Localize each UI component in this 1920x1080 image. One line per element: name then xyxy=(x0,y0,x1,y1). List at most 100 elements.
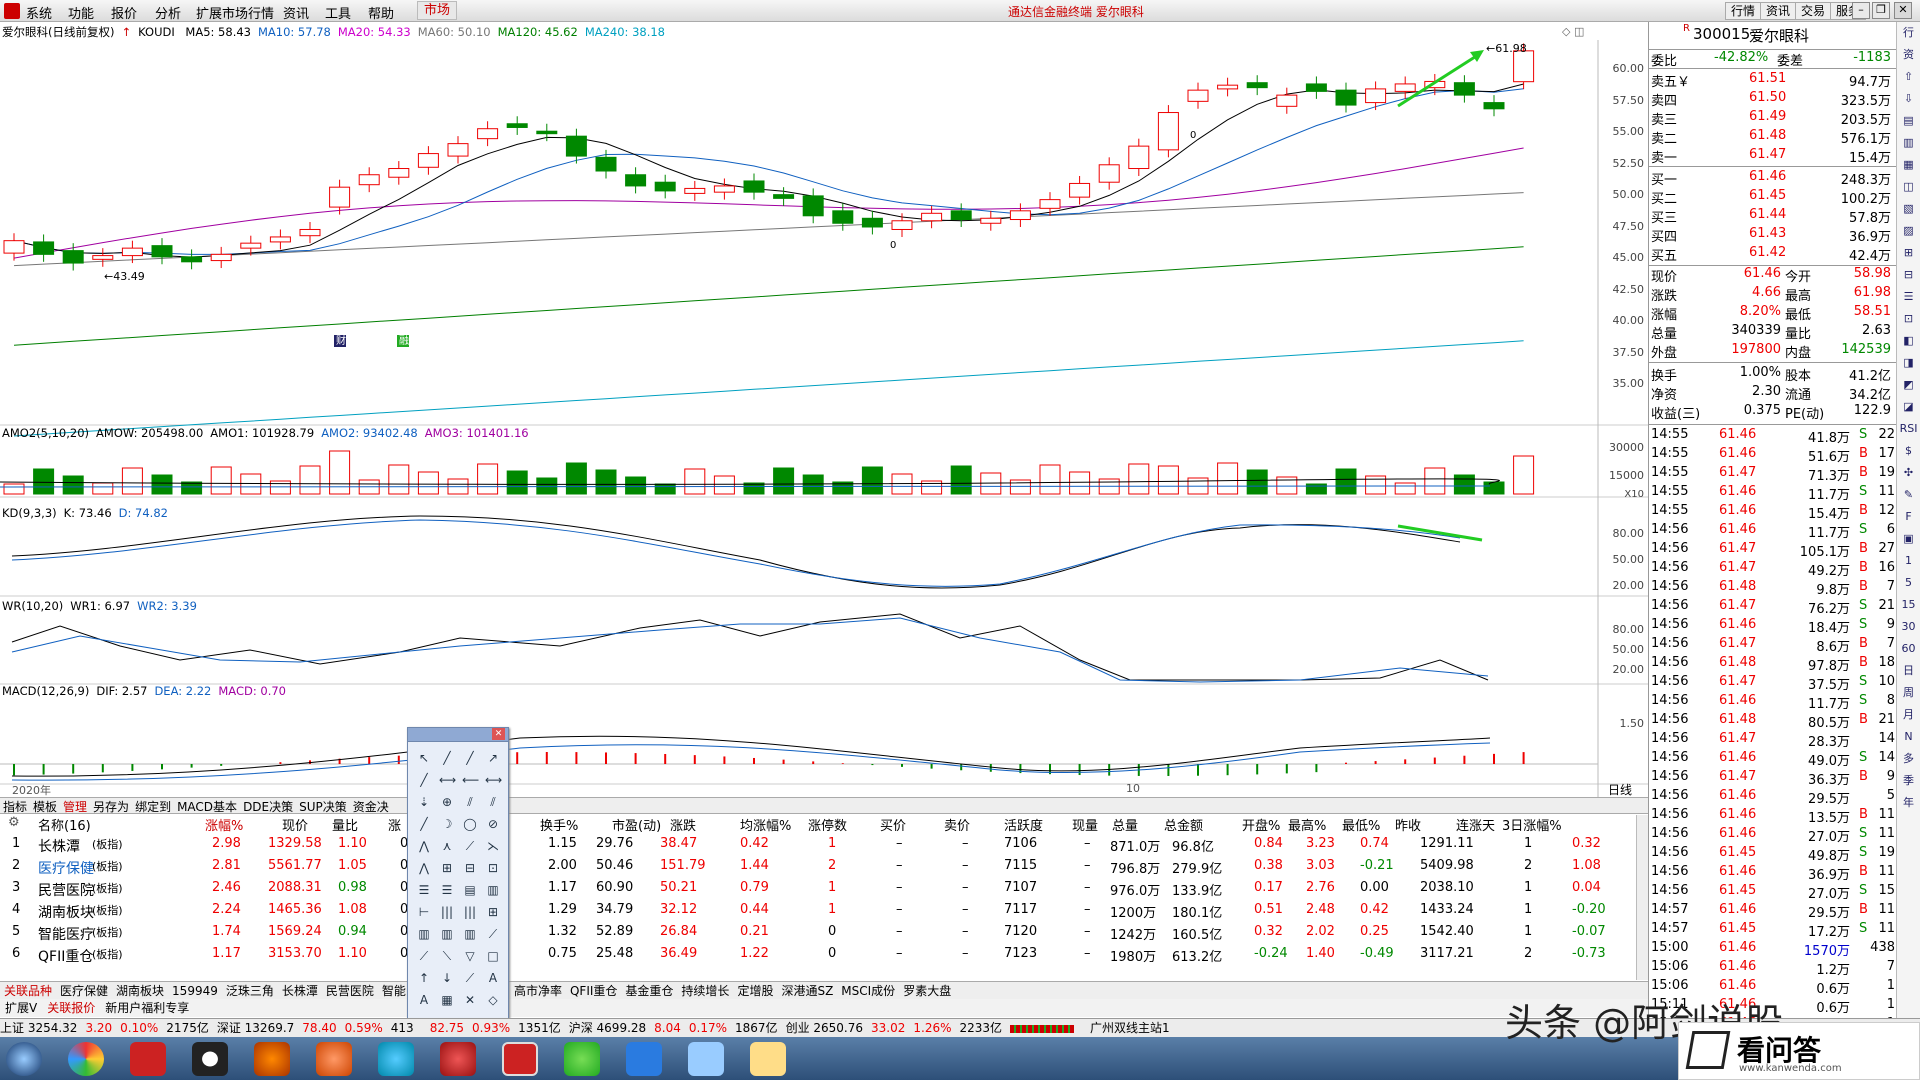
column-header[interactable]: 买价 xyxy=(880,815,906,834)
column-header[interactable]: 名称(16) xyxy=(38,815,91,834)
draw-tool-icon[interactable]: ▦ xyxy=(439,992,455,1008)
draw-tool-icon[interactable]: ⊟ xyxy=(462,860,478,876)
draw-tool-icon[interactable]: ▽ xyxy=(462,948,478,964)
network-icon[interactable] xyxy=(378,1042,414,1076)
stock-app-icon[interactable] xyxy=(130,1042,166,1076)
order-row-buy[interactable]: 买三 61.44 57.8万 xyxy=(1649,207,1897,226)
column-header[interactable]: 现量 xyxy=(1072,815,1098,834)
draw-tool-icon[interactable]: ⟍ xyxy=(439,948,455,964)
sector-tab[interactable]: 深港通SZ xyxy=(781,984,833,998)
indicator-tab[interactable]: SUP决策 xyxy=(299,800,347,814)
table-row[interactable]: 5 智能医疗 (板指) 1.74 1569.24 0.94 0 1.32 52.89 26.84 0… xyxy=(0,924,1648,946)
draw-tool-icon[interactable]: ☽ xyxy=(439,816,455,832)
menu-item-market[interactable]: 市场 xyxy=(417,1,458,20)
period-label[interactable]: 日线 xyxy=(1608,781,1632,798)
table-scrollbar[interactable] xyxy=(1636,815,1648,980)
draw-tool-icon[interactable]: ☰ xyxy=(439,882,455,898)
side-tool-button[interactable]: $ xyxy=(1897,440,1920,462)
side-tool-button[interactable]: 30 xyxy=(1897,616,1920,638)
sector-tab[interactable]: 医疗保健 xyxy=(60,984,108,998)
sector-tab[interactable]: 定增股 xyxy=(737,984,773,998)
draw-tool-icon[interactable]: ✕ xyxy=(462,992,478,1008)
side-tool-button[interactable]: ⊟ xyxy=(1897,264,1920,286)
column-header[interactable]: 3日涨幅% xyxy=(1502,815,1562,834)
column-header[interactable]: 市盈(动) xyxy=(612,815,661,834)
side-tool-button[interactable]: ▦ xyxy=(1897,154,1920,176)
draw-tool-icon[interactable]: ⊡ xyxy=(485,860,501,876)
order-row-sell[interactable]: 卖一 61.47 15.4万 xyxy=(1649,147,1897,166)
chrome-icon[interactable] xyxy=(68,1042,104,1076)
order-row-buy[interactable]: 买二 61.45 100.2万 xyxy=(1649,188,1897,207)
side-tool-button[interactable]: ▣ xyxy=(1897,528,1920,550)
side-tool-button[interactable]: RSI xyxy=(1897,418,1920,440)
side-tool-button[interactable]: ⊡ xyxy=(1897,308,1920,330)
draw-tool-icon[interactable]: ⟷ xyxy=(439,772,456,788)
column-header[interactable]: 活跃度 xyxy=(1004,815,1043,834)
draw-tool-icon[interactable]: ⋀ xyxy=(416,838,432,854)
column-header[interactable]: 总金额 xyxy=(1164,815,1203,834)
indicator-tab[interactable]: 资金决 xyxy=(353,800,389,814)
draw-tool-icon[interactable]: ⟋ xyxy=(485,926,501,942)
sector-tab[interactable]: 基金重仓 xyxy=(625,984,673,998)
side-tool-button[interactable]: ◫ xyxy=(1897,176,1920,198)
table-row[interactable]: 4 湖南板块 (板指) 2.24 1465.36 1.08 0 1.29 34.79 32.12 0… xyxy=(0,902,1648,924)
draw-tool-icon[interactable]: □ xyxy=(485,948,501,964)
side-tool-button[interactable]: 季 xyxy=(1897,770,1920,792)
table-row[interactable]: 1 长株潭 (板指) 2.98 1329.58 1.10 0 1.15 29.76 38.47 0.… xyxy=(0,836,1648,858)
draw-tool-icon[interactable]: ||| xyxy=(462,904,478,920)
menu-item[interactable]: 系统 xyxy=(26,3,52,22)
sector-tab[interactable]: MSCI成份 xyxy=(841,984,895,998)
side-tool-button[interactable]: ☰ xyxy=(1897,286,1920,308)
order-row-sell[interactable]: 卖三 61.49 203.5万 xyxy=(1649,109,1897,128)
draw-tool-icon[interactable]: ╱ xyxy=(416,772,432,788)
menu-item[interactable]: 工具 xyxy=(325,3,351,22)
draw-tool-icon[interactable]: ⟷ xyxy=(485,772,502,788)
side-tool-button[interactable]: 周 xyxy=(1897,682,1920,704)
order-row-buy[interactable]: 买四 61.43 36.9万 xyxy=(1649,226,1897,245)
side-tool-button[interactable]: 月 xyxy=(1897,704,1920,726)
sector-tab[interactable]: 高市净率 xyxy=(514,984,562,998)
menu-item[interactable]: 帮助 xyxy=(368,3,394,22)
draw-tool-icon[interactable]: ⇣ xyxy=(416,794,432,810)
draw-tool-icon[interactable]: ⊞ xyxy=(485,904,501,920)
draw-tool-icon[interactable]: ☰ xyxy=(416,882,432,898)
top-button-hangqing[interactable]: 行情 xyxy=(1725,2,1762,20)
drawing-toolbar-titlebar[interactable]: ✕ xyxy=(408,728,508,742)
close-icon[interactable]: ✕ xyxy=(492,728,505,740)
sector-tab[interactable]: 关联品种 xyxy=(4,984,52,998)
extra-tab[interactable]: 扩展V xyxy=(5,1001,37,1015)
column-header[interactable]: 换手% xyxy=(540,815,578,834)
qq-icon[interactable] xyxy=(192,1042,228,1076)
side-tool-button[interactable]: 资 xyxy=(1897,44,1920,66)
side-tool-button[interactable]: ✎ xyxy=(1897,484,1920,506)
draw-tool-icon[interactable]: ⟋ xyxy=(462,838,478,854)
side-tool-button[interactable]: ◨ xyxy=(1897,352,1920,374)
word-icon[interactable] xyxy=(626,1042,662,1076)
side-tool-button[interactable]: 1 xyxy=(1897,550,1920,572)
side-tool-button[interactable]: 60 xyxy=(1897,638,1920,660)
sector-tab[interactable]: QFII重仓 xyxy=(570,984,617,998)
indicator-tab[interactable]: 管理 xyxy=(63,800,87,814)
column-header[interactable]: 量比 xyxy=(332,815,358,834)
draw-tool-icon[interactable]: ⟵ xyxy=(462,772,479,788)
close-icon[interactable]: ✕ xyxy=(1894,2,1912,19)
draw-tool-icon[interactable]: ↓ xyxy=(439,970,455,986)
draw-tool-icon[interactable]: ↖ xyxy=(416,750,432,766)
tdx-active-icon[interactable] xyxy=(502,1042,538,1076)
card-game-icon[interactable] xyxy=(440,1042,476,1076)
draw-tool-icon[interactable]: ⫽ xyxy=(485,794,501,810)
draw-tool-icon[interactable]: ↗ xyxy=(485,750,501,766)
order-row-buy[interactable]: 买一 61.46 248.3万 xyxy=(1649,169,1897,188)
side-tool-button[interactable]: ✣ xyxy=(1897,462,1920,484)
draw-tool-icon[interactable]: ⊢ xyxy=(416,904,432,920)
order-row-sell[interactable]: 卖五￥ 61.51 94.7万 xyxy=(1649,71,1897,90)
chart-options-icon[interactable]: ◇ ◫ xyxy=(1562,25,1584,38)
column-header[interactable]: 卖价 xyxy=(944,815,970,834)
menu-item[interactable]: 功能 xyxy=(68,3,94,22)
menu-item[interactable]: 分析 xyxy=(155,3,181,22)
draw-tool-icon[interactable]: ⊕ xyxy=(439,794,455,810)
draw-tool-icon[interactable]: ▤ xyxy=(462,882,478,898)
side-tool-button[interactable]: ▤ xyxy=(1897,110,1920,132)
order-row-sell[interactable]: 卖二 61.48 576.1万 xyxy=(1649,128,1897,147)
side-tool-button[interactable]: 行 xyxy=(1897,22,1920,44)
